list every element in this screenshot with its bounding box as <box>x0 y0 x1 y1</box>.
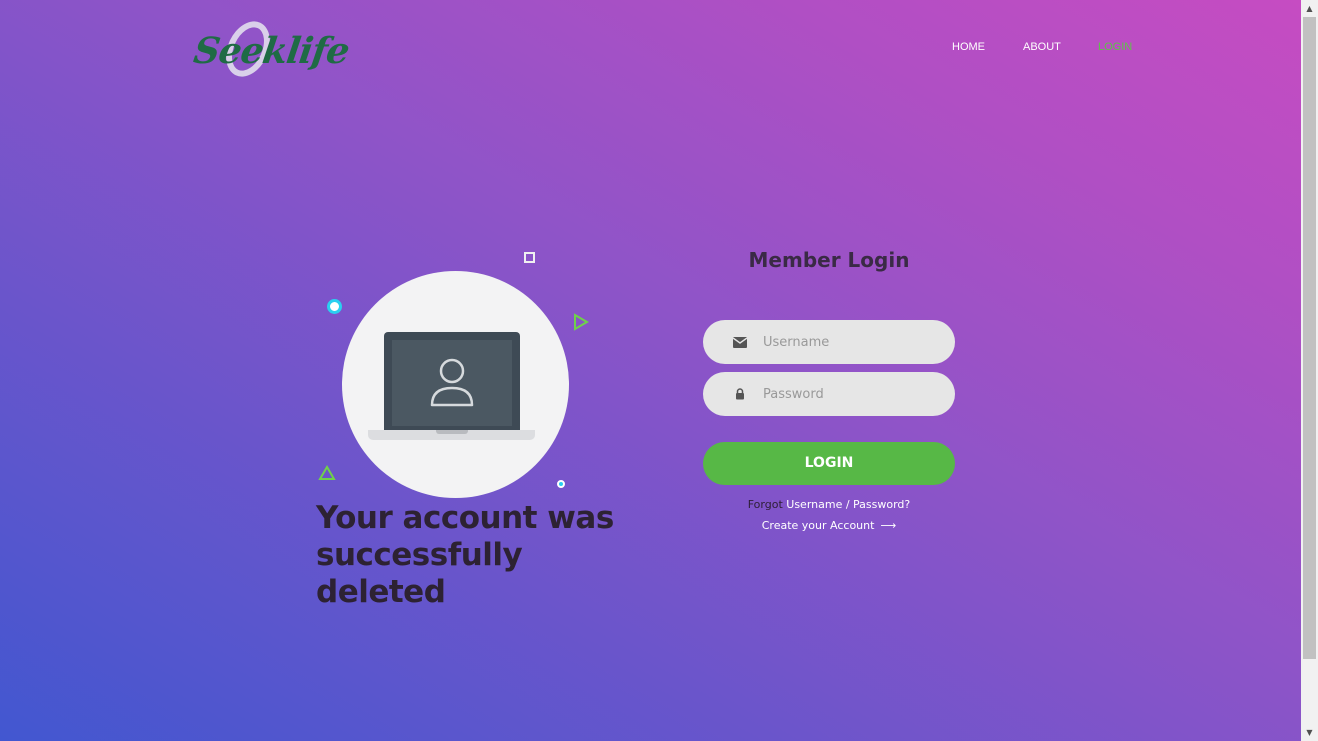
form-title: Member Login <box>748 248 910 272</box>
password-field[interactable] <box>703 372 955 416</box>
forgot-line: Forgot Username / Password? <box>703 498 955 511</box>
decor-dot-icon <box>327 299 342 314</box>
scroll-thumb[interactable] <box>1303 17 1316 659</box>
create-account-link[interactable]: Create your Account ⟶ <box>703 519 955 532</box>
arrow-right-icon: ⟶ <box>880 519 897 532</box>
envelope-icon <box>733 335 747 349</box>
vertical-scrollbar[interactable]: ▲ ▼ <box>1301 0 1318 741</box>
laptop-notch <box>436 430 468 434</box>
login-button[interactable]: LOGIN <box>703 442 955 485</box>
nav-about-link[interactable]: ABOUT <box>1023 41 1098 53</box>
username-field[interactable] <box>703 320 955 364</box>
decor-square-icon <box>524 252 535 263</box>
decor-triangle-up-icon <box>318 465 336 480</box>
forgot-label: Forgot <box>747 498 783 511</box>
laptop-icon <box>384 332 520 431</box>
page-background: Seeklife HOME ABOUT LOGIN Your account w… <box>0 0 1301 741</box>
create-account-label: Create your Account <box>761 519 875 532</box>
password-input[interactable] <box>763 386 933 402</box>
nav-home-link[interactable]: HOME <box>952 41 1023 53</box>
decor-triangle-right-icon <box>574 313 589 331</box>
nav-login-link[interactable]: LOGIN <box>1098 41 1132 53</box>
site-logo[interactable]: Seeklife <box>190 14 351 84</box>
user-icon <box>430 358 474 407</box>
lock-icon <box>733 387 747 401</box>
username-input[interactable] <box>763 334 933 350</box>
forgot-credentials-link[interactable]: Username / Password? <box>786 498 910 511</box>
scroll-down-icon[interactable]: ▼ <box>1301 724 1318 741</box>
account-deleted-message: Your account was successfully deleted <box>316 500 614 610</box>
logo-text: Seeklife <box>191 30 352 72</box>
scroll-up-icon[interactable]: ▲ <box>1301 0 1318 17</box>
laptop-display <box>392 340 512 426</box>
decor-small-dot-icon <box>557 480 565 488</box>
main-nav: HOME ABOUT LOGIN <box>952 41 1132 53</box>
